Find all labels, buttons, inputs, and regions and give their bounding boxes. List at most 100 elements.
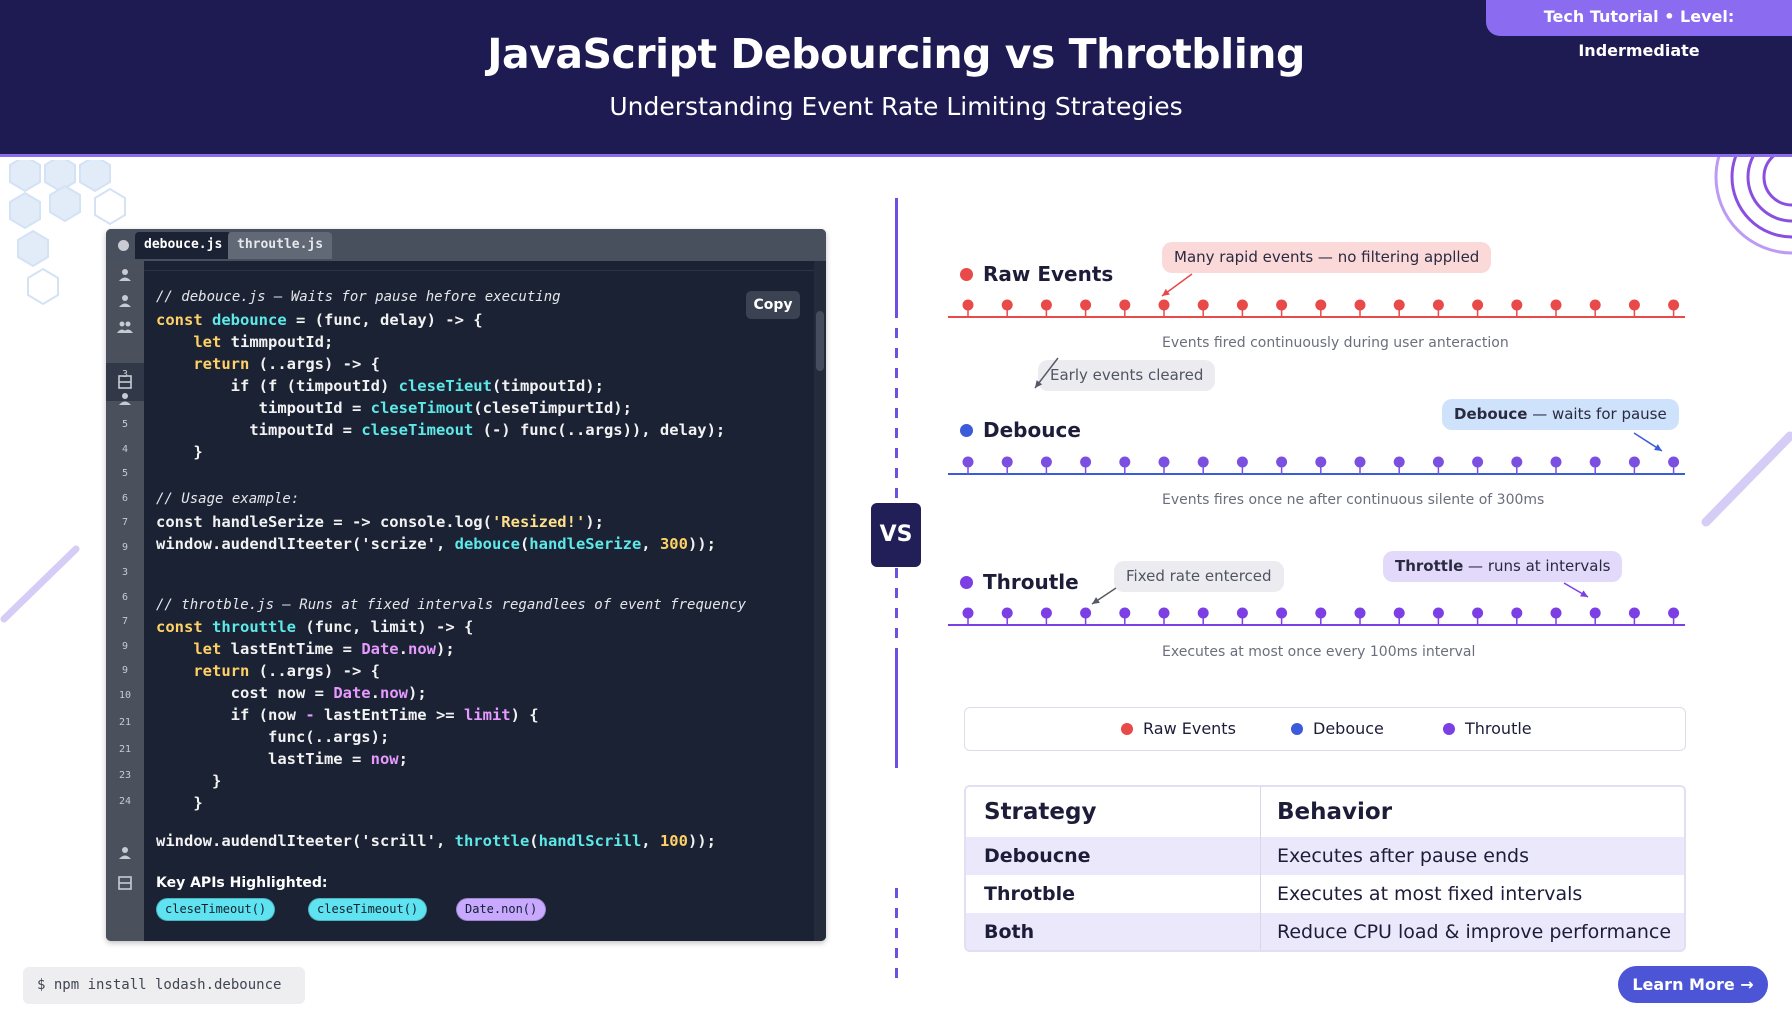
- debounce-callout-arrow-head: [1654, 444, 1662, 451]
- code-line: cost now = Date.now);: [156, 684, 427, 702]
- throttle-event-dot: [1040, 607, 1052, 619]
- api-chip[interactable]: cleseTimeout(): [156, 898, 276, 921]
- throttle-event-dot: [1158, 607, 1170, 619]
- throttle-event-dot: [1315, 607, 1327, 619]
- code-editor: debouce.js throutle.js 3 5 4 5 6 7 9 3 6…: [106, 229, 826, 941]
- throttle-event-dot: [1432, 607, 1444, 619]
- page-title: JavaScript Debourcing vs Throtbling: [487, 30, 1305, 78]
- code-line: lastTime = now;: [156, 750, 408, 768]
- debounce-event-dot: [962, 456, 974, 468]
- code-comment: // debouce.js — Waits for pause hefore e…: [156, 289, 561, 305]
- raw-event-dot: [1315, 299, 1327, 311]
- vertical-divider: [895, 198, 898, 988]
- code-line: if (f (timpoutId) cleseTieut(timpoutId);: [156, 377, 604, 395]
- debounce-event-dot: [1393, 456, 1405, 468]
- debounce-event-dot: [1197, 456, 1209, 468]
- user-icon[interactable]: [117, 293, 133, 309]
- line-number: 6: [121, 493, 129, 504]
- legend-item-raw: Raw Events: [1121, 708, 1236, 750]
- debounce-event-dot: [1550, 456, 1562, 468]
- line-number: 4: [121, 444, 129, 455]
- debounce-event-dot: [1040, 456, 1052, 468]
- raw-event-dot: [962, 299, 974, 311]
- table-cell: Both: [966, 913, 1261, 950]
- code-line: let lastEntTime = Date.now);: [156, 640, 455, 658]
- api-chip[interactable]: Date.non(): [456, 898, 547, 921]
- line-number: 24: [118, 796, 132, 807]
- debounce-event-dot: [1315, 456, 1327, 468]
- ring-decoration: [1714, 157, 1792, 255]
- legend-item-debounce: Debouce: [1291, 708, 1384, 750]
- line-number: 10: [118, 690, 132, 701]
- raw-event-dot: [1040, 299, 1052, 311]
- line-number: 21: [118, 717, 132, 728]
- level-badge: Tech Tutorial • Level: Indermediate: [1486, 0, 1792, 60]
- raw-event-dot: [1550, 299, 1562, 311]
- throttle-event-dot: [1628, 607, 1640, 619]
- user-icon[interactable]: [117, 391, 133, 407]
- raw-event-dot: [1276, 299, 1288, 311]
- line-number: 5: [121, 419, 129, 430]
- panel-icon[interactable]: [117, 875, 133, 891]
- code-line: const throuttle (func, limit) -> {: [156, 618, 474, 636]
- scrollbar-thumb[interactable]: [816, 311, 824, 371]
- throttle-event-dot: [1001, 607, 1013, 619]
- api-chip[interactable]: cleseTimeout(): [308, 898, 428, 921]
- fixed-rate-arrow-head: [1092, 597, 1100, 604]
- line-number: 23: [118, 770, 132, 781]
- raw-callout-arrow-head: [1162, 288, 1170, 296]
- user-icon[interactable]: [117, 845, 133, 861]
- event-timelines: [948, 273, 1685, 626]
- raw-event-dot: [1472, 299, 1484, 311]
- raw-event-dot: [1080, 299, 1092, 311]
- header-banner: JavaScript Debourcing vs Throtbling Unde…: [0, 0, 1792, 157]
- debounce-event-dot: [1276, 456, 1288, 468]
- window-dot-icon: [118, 240, 129, 251]
- table-row: Deboucne Executes after pause ends: [966, 837, 1684, 875]
- table-cell: Executes at most fixed intervals: [1277, 883, 1583, 905]
- raw-event-dot: [1628, 299, 1640, 311]
- debounce-event-dot: [1589, 456, 1601, 468]
- throttle-event-dot: [1511, 607, 1523, 619]
- editor-tab-bar: debouce.js throutle.js: [106, 229, 826, 261]
- copy-button[interactable]: Copy: [746, 291, 800, 319]
- throttle-event-dot: [1668, 607, 1680, 619]
- throttle-event-dot: [1472, 607, 1484, 619]
- debounce-event-dot: [1472, 456, 1484, 468]
- raw-event-dot: [1432, 299, 1444, 311]
- code-comment: // throtble.js — Runs at fixed intervals…: [156, 597, 747, 613]
- table-cell: Deboucne: [966, 837, 1261, 875]
- throttle-event-dot: [1550, 607, 1562, 619]
- debounce-event-dot: [1432, 456, 1444, 468]
- editor-gutter: 3 5 4 5 6 7 9 3 6 7 9 9 10 21 21 23 24: [106, 261, 144, 941]
- debounce-event-dot: [1628, 456, 1640, 468]
- tab-debounce-js[interactable]: debouce.js: [135, 232, 232, 259]
- page-subtitle: Understanding Event Rate Limiting Strate…: [609, 92, 1183, 121]
- user-icon[interactable]: [117, 267, 133, 283]
- legend-dot: [1443, 723, 1455, 735]
- throttle-event-dot: [1236, 607, 1248, 619]
- table-header-cell: Strategy: [966, 787, 1261, 837]
- editor-scrollbar[interactable]: [814, 261, 826, 941]
- code-line: if (now - lastEntTime >= limit) {: [156, 706, 539, 724]
- debounce-event-dot: [1080, 456, 1092, 468]
- table-cell: Throtble: [966, 875, 1261, 913]
- users-icon[interactable]: [117, 319, 133, 335]
- debounce-event-dot: [1001, 456, 1013, 468]
- throttle-event-dot: [1080, 607, 1092, 619]
- code-line: window.audendlIteeter('scrize', debouce(…: [156, 535, 716, 553]
- raw-event-dot: [1001, 299, 1013, 311]
- line-number: 5: [121, 468, 129, 479]
- early-events-arrow-head: [1035, 380, 1043, 388]
- raw-event-dot: [1354, 299, 1366, 311]
- throttle-event-dot: [1276, 607, 1288, 619]
- raw-event-dot: [1158, 299, 1170, 311]
- throttle-event-dot: [1354, 607, 1366, 619]
- debounce-event-dot: [1236, 456, 1248, 468]
- tab-throttle-js[interactable]: throutle.js: [228, 232, 333, 259]
- npm-install-command: $ npm install lodash.debounce: [23, 967, 305, 1004]
- strategy-table: Strategy Behavior Deboucne Executes afte…: [964, 785, 1686, 952]
- debounce-event-dot: [1354, 456, 1366, 468]
- learn-more-button[interactable]: Learn More →: [1618, 966, 1768, 1003]
- table-header-row: Strategy Behavior: [966, 787, 1684, 837]
